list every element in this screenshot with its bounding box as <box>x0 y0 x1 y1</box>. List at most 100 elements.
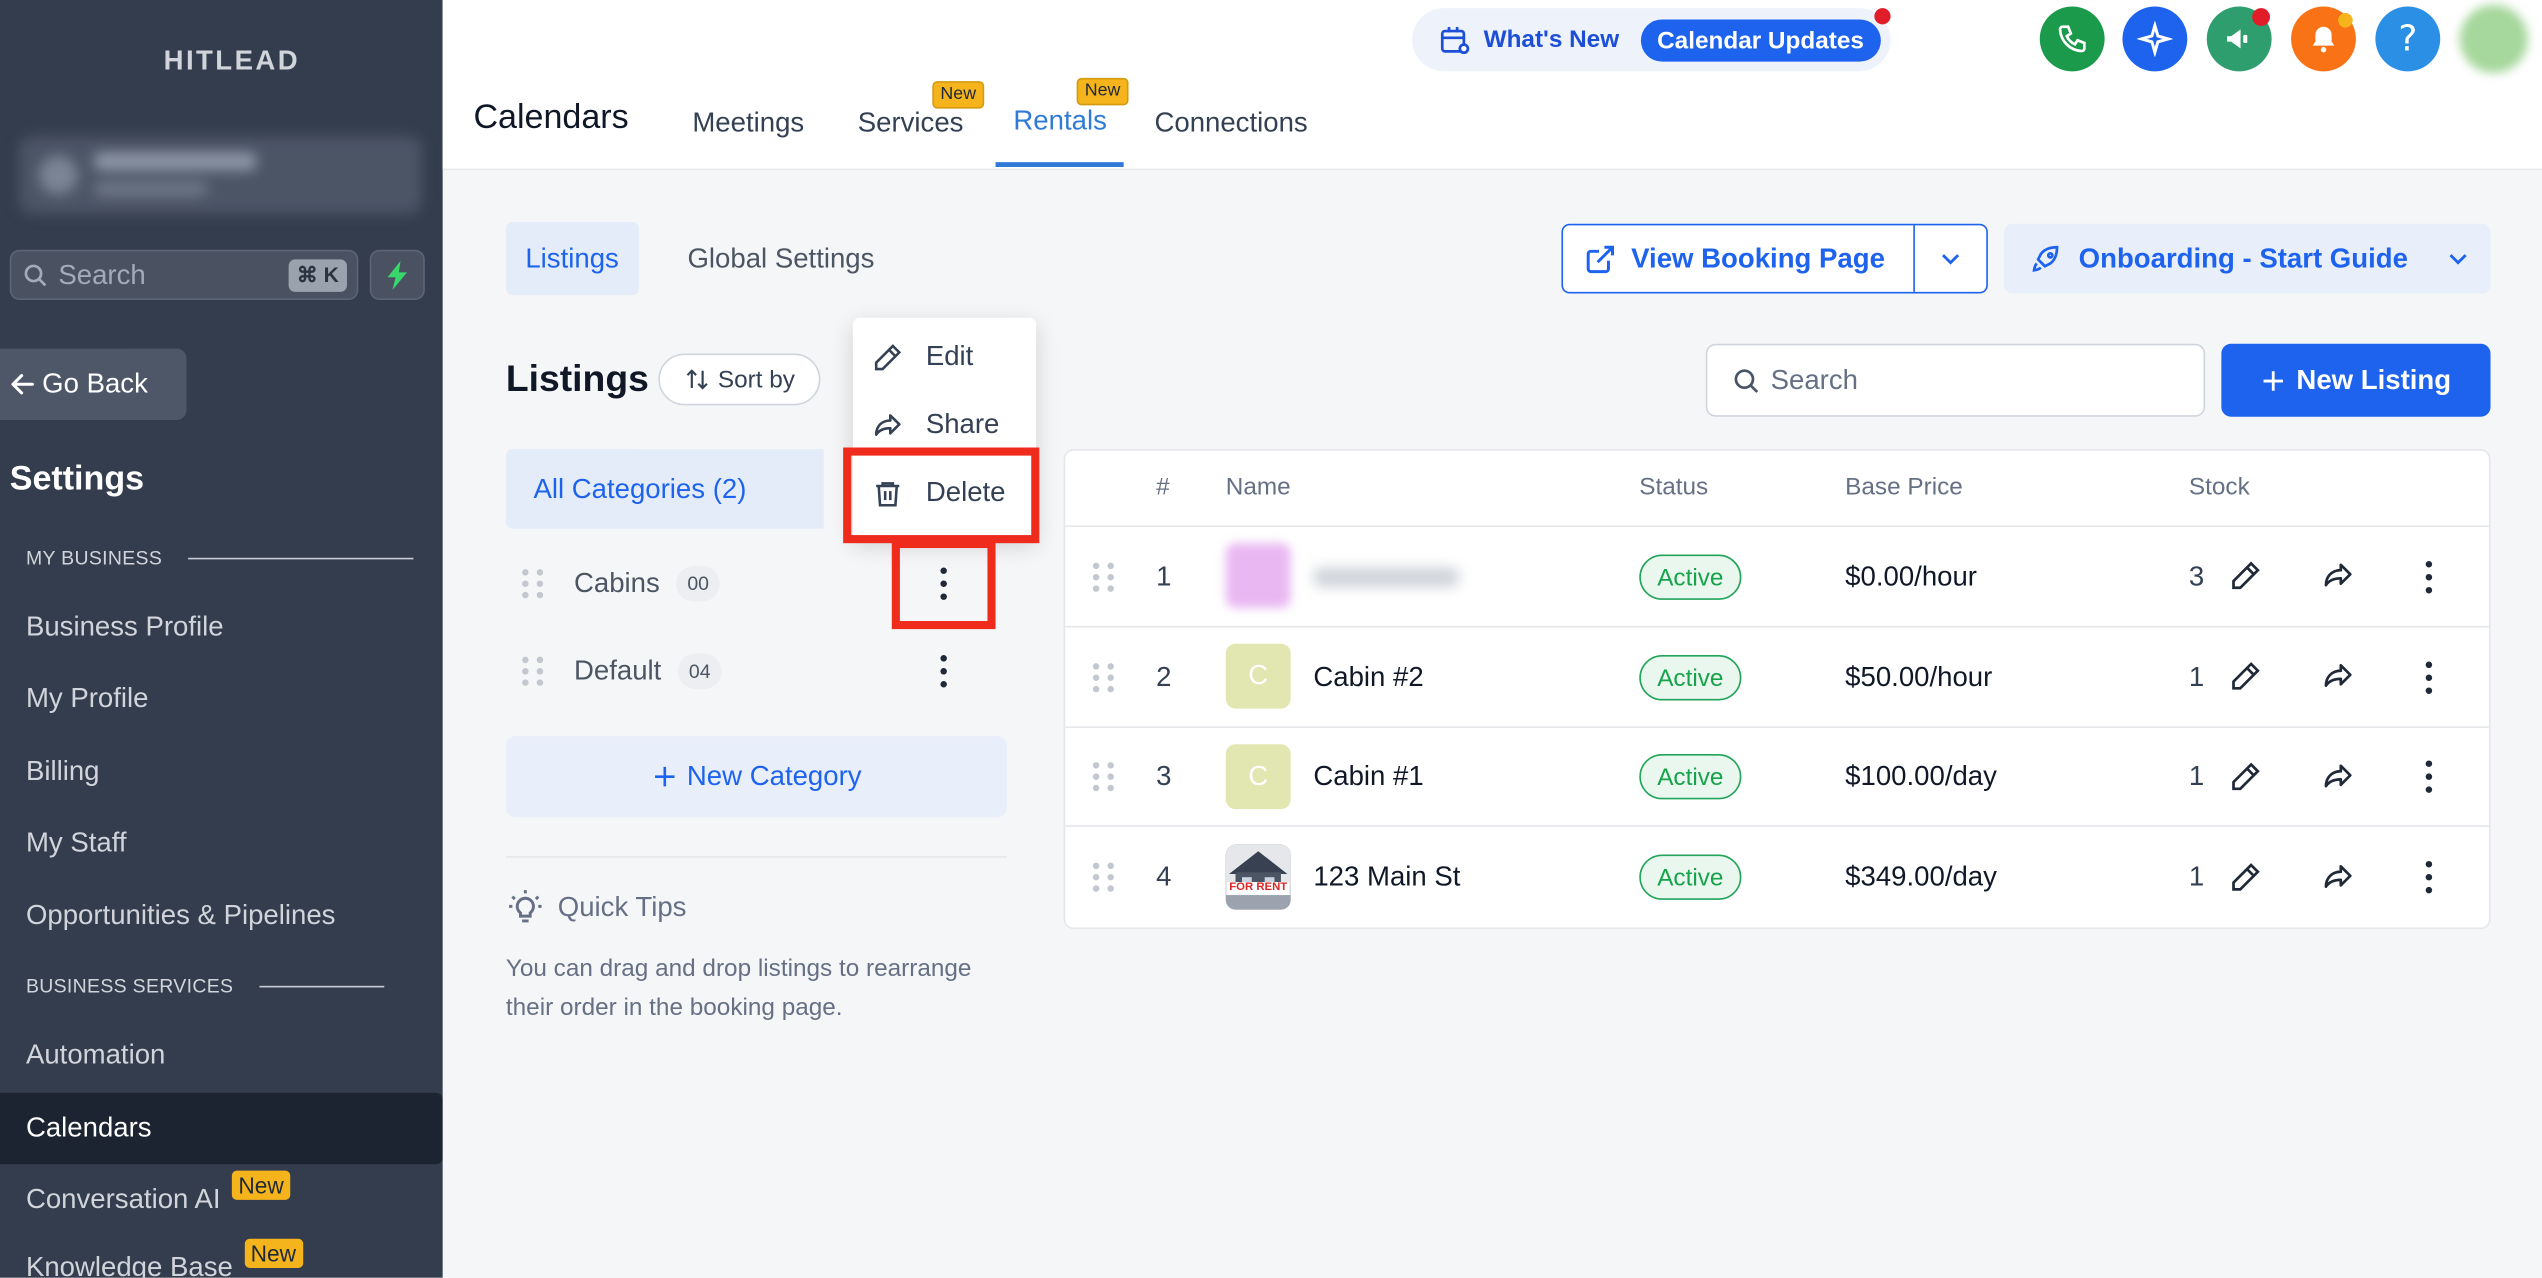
phone-icon <box>2056 23 2088 55</box>
share-icon[interactable] <box>2322 559 2354 591</box>
menu-item-share[interactable]: Share <box>872 409 999 441</box>
pencil-icon <box>872 341 903 372</box>
column-header-name: Name <box>1225 473 1291 502</box>
tab-services[interactable]: Services <box>858 107 964 139</box>
pencil-icon[interactable] <box>2229 660 2261 692</box>
drag-handle-icon[interactable] <box>1092 663 1116 693</box>
tab-global-settings[interactable]: Global Settings <box>668 222 894 295</box>
chevron-down-icon[interactable] <box>1936 246 1965 272</box>
new-category-label: New Category <box>686 760 862 792</box>
whats-new-banner[interactable]: What's New Calendar Updates <box>1412 8 1891 72</box>
share-icon[interactable] <box>2322 861 2354 893</box>
share-icon[interactable] <box>2322 760 2354 792</box>
sidebar-item-my-profile[interactable]: My Profile <box>26 675 149 724</box>
status-badge: Active <box>1639 753 1742 800</box>
tab-connections[interactable]: Connections <box>1154 107 1307 139</box>
pencil-icon[interactable] <box>2229 559 2261 591</box>
external-link-icon <box>1584 242 1616 274</box>
new-category-button[interactable]: New Category <box>505 736 1007 818</box>
sidebar-item-calendars[interactable]: Calendars <box>0 1092 443 1165</box>
pencil-icon[interactable] <box>2229 760 2261 792</box>
base-price: $50.00/hour <box>1845 661 1993 693</box>
listing-name[interactable]: Cabin #2 <box>1313 662 1423 694</box>
tab-rentals[interactable]: Rentals <box>1013 105 1106 137</box>
listing-name[interactable]: Cabin #1 <box>1313 760 1423 792</box>
category-cabins[interactable]: Cabins 00 <box>506 559 721 608</box>
column-header-number: # <box>1156 473 1170 502</box>
ai-assistant-button[interactable] <box>2122 6 2188 72</box>
tab-meetings[interactable]: Meetings <box>692 107 804 139</box>
section-label: MY BUSINESS <box>25 546 163 570</box>
divider <box>505 856 1007 858</box>
phone-button[interactable] <box>2039 6 2105 72</box>
sort-by-label: Sort by <box>717 365 795 394</box>
search-icon <box>23 262 49 288</box>
sort-by-button[interactable]: Sort by <box>658 353 821 406</box>
pencil-icon[interactable] <box>2229 861 2261 893</box>
onboarding-guide-button[interactable]: Onboarding - Start Guide <box>2004 223 2491 294</box>
menu-item-edit[interactable]: Edit <box>872 341 973 373</box>
lightning-icon <box>386 260 409 290</box>
new-listing-button[interactable]: New Listing <box>2221 343 2491 417</box>
listings-heading: Listings <box>505 356 649 399</box>
notifications-button[interactable] <box>2291 6 2356 72</box>
sidebar-item-label: My Profile <box>25 682 149 714</box>
sidebar-item-label: Conversation AI <box>25 1183 221 1215</box>
stock-value: 3 <box>2188 561 2205 592</box>
category-default-menu-button[interactable] <box>931 647 957 696</box>
sidebar-item-opportunities[interactable]: Opportunities & Pipelines <box>26 892 336 941</box>
drag-handle-icon[interactable] <box>1092 762 1116 792</box>
avatar[interactable] <box>2459 4 2528 73</box>
row-menu-button[interactable] <box>2416 653 2442 702</box>
stock-value: 1 <box>2188 860 2205 892</box>
sidebar-item-knowledge-base[interactable]: Knowledge Base New <box>25 1238 303 1278</box>
quick-action-button[interactable] <box>369 249 425 300</box>
share-icon[interactable] <box>2322 660 2354 692</box>
row-menu-button[interactable] <box>2416 752 2442 801</box>
notification-dot <box>2338 12 2353 28</box>
row-number: 3 <box>1156 760 1172 792</box>
category-default[interactable]: Default 04 <box>506 647 722 696</box>
sidebar-item-conversation-ai[interactable]: Conversation AI New <box>25 1170 291 1225</box>
tab-listings[interactable]: Listings <box>505 222 639 296</box>
category-all[interactable]: All Categories (2) <box>505 449 824 529</box>
calendar-updates-pill[interactable]: Calendar Updates <box>1640 19 1881 62</box>
sidebar-item-label: Automation <box>25 1039 166 1071</box>
view-booking-page-button[interactable]: View Booking Page <box>1561 223 1988 294</box>
row-number: 1 <box>1156 561 1172 592</box>
bell-icon <box>2307 23 2339 55</box>
sidebar-item-billing[interactable]: Billing <box>26 747 100 796</box>
sidebar-item-business-profile[interactable]: Business Profile <box>26 603 224 652</box>
sidebar-item-my-staff[interactable]: My Staff <box>26 819 127 868</box>
sidebar-item-label: Knowledge Base <box>25 1251 233 1278</box>
listing-name[interactable]: 123 Main St <box>1313 861 1460 893</box>
sidebar-item-label: Opportunities & Pipelines <box>25 899 336 931</box>
divider <box>1913 225 1915 292</box>
notification-dot <box>1874 8 1891 25</box>
go-back-button[interactable]: Go Back <box>0 348 187 420</box>
view-booking-page-label: View Booking Page <box>1631 242 1885 274</box>
drag-handle-icon[interactable] <box>1092 562 1116 592</box>
category-name: Cabins <box>573 567 660 599</box>
row-menu-button[interactable] <box>2416 553 2442 602</box>
sidebar-item-label: Billing <box>25 755 100 787</box>
active-tab-indicator <box>995 162 1124 168</box>
arrow-left-icon <box>10 371 36 397</box>
help-button[interactable]: ? <box>2375 6 2441 72</box>
drag-handle-icon[interactable] <box>1092 862 1116 892</box>
drag-handle-icon[interactable] <box>522 656 545 686</box>
account-switcher[interactable] <box>19 136 422 215</box>
menu-item-label: Share <box>925 408 1000 440</box>
sidebar-item-automation[interactable]: Automation <box>26 1031 165 1080</box>
row-number: 4 <box>1156 860 1172 892</box>
search-shortcut-badge: ⌘ K <box>288 258 347 292</box>
section-my-business: MY BUSINESS <box>26 546 414 569</box>
listings-search-input[interactable]: Search <box>1705 343 2206 417</box>
drag-handle-icon[interactable] <box>522 569 545 599</box>
sidebar-search[interactable]: Search ⌘ K <box>9 249 359 300</box>
rentals-new-badge: New <box>1076 77 1129 106</box>
services-new-badge: New <box>932 81 985 109</box>
status-badge: Active <box>1639 655 1742 701</box>
announcements-button[interactable] <box>2206 6 2272 72</box>
row-menu-button[interactable] <box>2416 853 2442 902</box>
